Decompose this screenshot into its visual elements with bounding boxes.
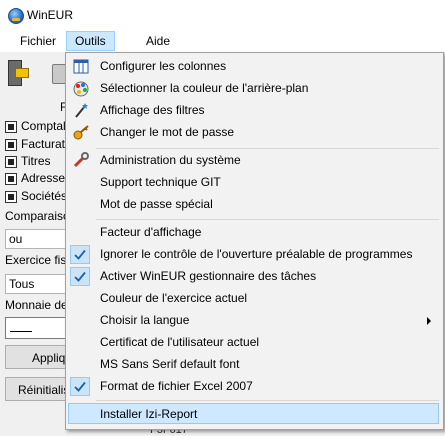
menu-item-excel-2007-format[interactable]: Format de fichier Excel 2007 — [68, 376, 439, 397]
menu-fichier[interactable]: Fichier — [12, 32, 64, 50]
key-icon — [72, 124, 90, 141]
menu-item-choose-language[interactable]: Choisir la langue — [68, 310, 439, 331]
menu-outils[interactable]: Outils — [66, 31, 115, 51]
menu-separator — [96, 148, 439, 149]
menu-item-user-certificate[interactable]: Certificat de l'utilisateur actuel — [68, 332, 439, 353]
outils-dropdown-menu: Configurer les colonnes Sélectionner la … — [65, 52, 444, 430]
menu-item-default-font[interactable]: MS Sans Serif default font — [68, 354, 439, 375]
checkmark-icon — [70, 377, 90, 396]
menu-item-configure-columns[interactable]: Configurer les colonnes — [68, 56, 439, 77]
menu-item-task-manager[interactable]: Activer WinEUR gestionnaire des tâches — [68, 266, 439, 287]
menu-item-git-support[interactable]: Support technique GIT — [68, 172, 439, 193]
checkbox[interactable] — [5, 156, 17, 168]
submenu-arrow-icon — [427, 317, 431, 325]
title-bar: WinEUR — [0, 0, 445, 30]
menu-item-special-password[interactable]: Mot de passe spécial — [68, 194, 439, 215]
menu-item-ignore-preopen-check[interactable]: Ignorer le contrôle de l'ouverture préal… — [68, 244, 439, 265]
menu-item-filter-display[interactable]: Affichage des filtres — [68, 100, 439, 121]
menu-item-current-year-color[interactable]: Couleur de l'exercice actuel — [68, 288, 439, 309]
app-globe-icon — [8, 8, 24, 24]
menu-separator — [96, 400, 439, 401]
menu-aide[interactable]: Aide — [138, 32, 178, 50]
menu-item-display-factor[interactable]: Facteur d'affichage — [68, 222, 439, 243]
magic-wand-icon — [72, 102, 90, 119]
window-title: WinEUR — [27, 8, 74, 22]
wrench-icon — [72, 152, 90, 169]
menu-bar: Fichier Outils Aide — [0, 30, 445, 52]
checkbox[interactable] — [5, 121, 17, 133]
checkbox[interactable] — [5, 173, 17, 185]
currency-label: Monnaie de — [5, 298, 68, 312]
comparison-label: Comparaiso — [5, 209, 70, 223]
menu-item-system-admin[interactable]: Administration du système — [68, 150, 439, 171]
menu-item-change-password[interactable]: Changer le mot de passe — [68, 122, 439, 143]
exit-door-icon[interactable] — [8, 58, 29, 86]
color-palette-icon — [72, 80, 90, 97]
checkmark-icon — [70, 245, 90, 264]
menu-separator — [96, 219, 439, 220]
menu-item-background-color[interactable]: Sélectionner la couleur de l'arrière-pla… — [68, 78, 439, 99]
checkbox[interactable] — [5, 139, 17, 151]
menu-item-install-izi-report[interactable]: Installer Izi-Report — [68, 403, 439, 424]
checkbox[interactable] — [5, 191, 17, 203]
table-columns-icon — [72, 58, 90, 75]
exercise-label: Exercice fis — [5, 253, 67, 267]
checkmark-icon — [70, 267, 90, 286]
